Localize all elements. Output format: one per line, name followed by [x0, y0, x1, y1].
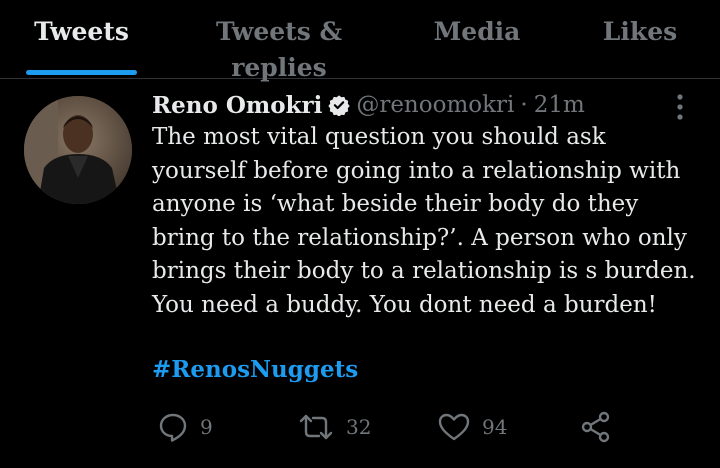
like-count: 94 — [482, 415, 508, 439]
verified-badge-icon — [328, 95, 350, 116]
reply-count: 9 — [200, 415, 213, 439]
tweet-header: Reno Omokri @renoomokri · 21m — [152, 88, 585, 122]
active-tab-indicator — [26, 70, 137, 75]
tab-tweets-and-replies[interactable]: Tweets & replies — [176, 14, 382, 82]
avatar[interactable] — [24, 96, 132, 204]
tweet-actions: 9 32 94 — [0, 404, 720, 450]
tweet-timestamp[interactable]: 21m — [534, 92, 585, 118]
retweet-count: 32 — [346, 415, 372, 439]
like-button[interactable]: 94 — [438, 404, 507, 450]
share-icon — [581, 411, 610, 443]
heart-icon — [438, 413, 470, 441]
hashtag-link[interactable]: #RenosNuggets — [152, 356, 358, 383]
reply-button[interactable]: 9 — [158, 404, 213, 450]
more-vertical-icon[interactable] — [672, 93, 688, 121]
retweet-button[interactable]: 32 — [298, 404, 371, 450]
avatar-photo — [24, 96, 132, 204]
retweet-icon — [299, 414, 333, 440]
tab-tweets[interactable]: Tweets — [26, 14, 137, 50]
tab-likes[interactable]: Likes — [600, 14, 680, 50]
share-button[interactable] — [580, 404, 612, 450]
tweet-text: The most vital question you should ask y… — [152, 124, 696, 318]
author-handle[interactable]: @renoomokri — [356, 92, 514, 118]
tweet-body: The most vital question you should ask y… — [152, 121, 702, 322]
reply-icon — [159, 413, 187, 442]
profile-tabs: Tweets Tweets & replies Media Likes — [0, 0, 720, 82]
header-separator: · — [520, 92, 528, 118]
tab-media[interactable]: Media — [432, 14, 522, 50]
author-name[interactable]: Reno Omokri — [152, 92, 322, 119]
